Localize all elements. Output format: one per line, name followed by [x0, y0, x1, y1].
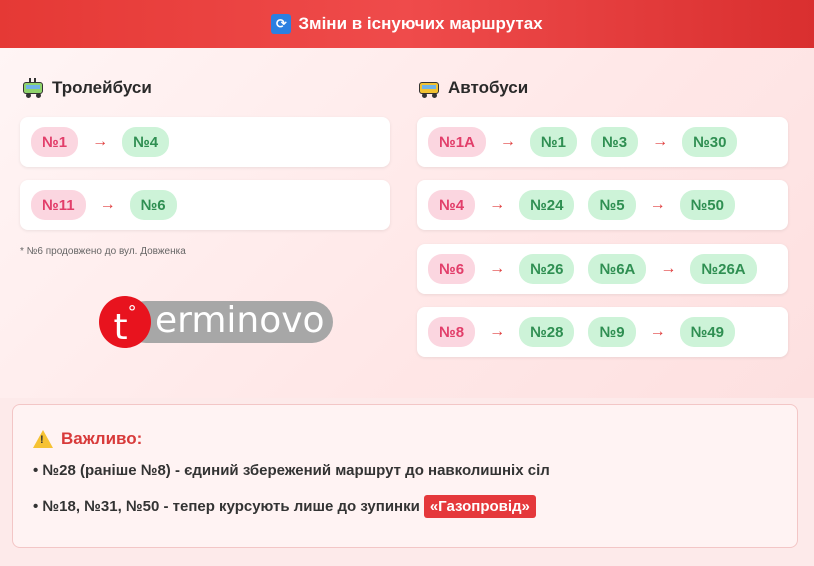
- bus-section-title: Автобуси: [418, 78, 528, 98]
- new-route-pill: №6: [129, 190, 177, 220]
- refresh-icon: ⟳: [271, 14, 292, 34]
- notice-line: • №18, №31, №50 - тепер курсують лише до…: [33, 495, 536, 518]
- arrow-icon: →: [499, 133, 516, 150]
- arrow-icon: →: [660, 260, 677, 277]
- new-route-pill: №4: [122, 127, 170, 157]
- notice-title: ! Важливо:: [33, 429, 142, 449]
- old-route-pill: №1А: [428, 127, 486, 157]
- notice-line: • №28 (раніше №8) - єдиний збережений ма…: [33, 462, 550, 479]
- arrow-icon: →: [489, 323, 506, 340]
- stop-name-badge: «Газопровід»: [423, 495, 536, 518]
- bus-row: №1А → №1 №3 → №30: [417, 117, 788, 167]
- arrow-icon: →: [92, 133, 109, 150]
- new-route-pill: №28: [519, 317, 575, 347]
- new-route-pill: №3: [590, 127, 639, 157]
- old-route-pill: №11: [31, 190, 86, 220]
- old-route-pill: №4: [428, 190, 476, 220]
- page-title: Зміни в існуючих маршрутах: [298, 14, 543, 33]
- arrow-icon: →: [649, 323, 666, 340]
- old-route-pill: №6: [428, 254, 476, 284]
- bus-row: №6 → №26 №6А → №26А: [417, 244, 788, 294]
- arrow-icon: →: [652, 133, 669, 150]
- page-header: ⟳ Зміни в існуючих маршрутах: [0, 0, 814, 48]
- new-route-pill: №9: [588, 317, 636, 347]
- trolleybus-section-title: Тролейбуси: [22, 78, 152, 98]
- new-route-pill: №50: [679, 190, 735, 220]
- bus-icon: [418, 79, 440, 98]
- arrow-icon: →: [649, 196, 666, 213]
- arrow-icon: →: [489, 196, 506, 213]
- new-route-pill: №5: [588, 190, 636, 220]
- trolleybus-row: №11 → №6: [20, 180, 390, 230]
- old-route-pill: №8: [428, 317, 476, 347]
- new-route-pill: №1: [529, 127, 577, 157]
- warning-icon: !: [33, 430, 53, 448]
- arrow-icon: →: [99, 196, 116, 213]
- trolleybus-note: * №6 продовжено до вул. Довженка: [20, 246, 186, 257]
- arrow-icon: →: [489, 260, 506, 277]
- new-route-pill: №30: [682, 127, 738, 157]
- bus-row: №4 → №24 №5 → №50: [417, 180, 788, 230]
- new-route-pill: №49: [679, 317, 735, 347]
- new-route-pill: №24: [519, 190, 575, 220]
- trolleybus-row: №1 → №4: [20, 117, 390, 167]
- trolleybus-icon: [22, 78, 44, 98]
- new-route-pill: №26А: [690, 254, 757, 284]
- new-route-pill: №6А: [588, 254, 647, 284]
- new-route-pill: №26: [519, 254, 575, 284]
- bus-row: №8 → №28 №9 → №49: [417, 307, 788, 357]
- important-notice: ! Важливо: • №28 (раніше №8) - єдиний зб…: [12, 404, 798, 548]
- old-route-pill: №1: [31, 127, 79, 157]
- terminovo-logo: t° erminovo: [99, 296, 333, 348]
